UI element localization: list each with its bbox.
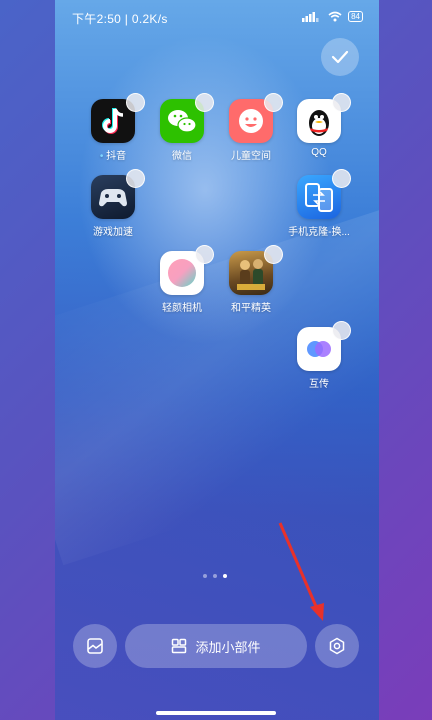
add-widget-label: 添加小部件 <box>195 639 261 655</box>
app-huchuan[interactable]: 互传 <box>284 321 354 390</box>
hexagon-settings-icon <box>329 637 345 655</box>
status-bar: 下午2:50 | 0.2K/s 84 <box>55 8 379 28</box>
app-label: 手机克隆-换... <box>288 227 350 238</box>
remove-app-button[interactable] <box>332 93 351 112</box>
app-qq[interactable]: QQ <box>284 93 354 158</box>
app-label: 儿童空间 <box>231 151 271 162</box>
page-dot-active <box>223 574 227 578</box>
app-label: QQ <box>311 147 327 158</box>
clock: 下午2:50 <box>72 12 122 26</box>
remove-app-button[interactable] <box>332 321 351 340</box>
red-arrow-annotation <box>278 522 324 621</box>
remove-app-button[interactable] <box>195 93 214 112</box>
app-game-boost[interactable]: 游戏加速 <box>78 169 148 238</box>
app-label: 微信 <box>172 151 192 162</box>
app-label: 和平精英 <box>231 303 271 314</box>
app-douyin[interactable]: • 抖音 <box>78 93 148 162</box>
page-dot <box>203 574 207 578</box>
remove-app-button[interactable] <box>332 169 351 188</box>
app-label: 游戏加速 <box>93 227 133 238</box>
remove-app-button[interactable] <box>126 93 145 112</box>
wallpaper-icon <box>87 638 103 654</box>
home-screen: 下午2:50 | 0.2K/s 84 • 抖音 微信 儿童空间 QQ 游戏加速 … <box>55 0 379 720</box>
add-widget-button[interactable]: 添加小部件 <box>125 624 307 668</box>
network-speed: 0.2K/s <box>131 12 168 26</box>
widget-icon <box>172 638 187 654</box>
signal-icon <box>302 12 319 22</box>
done-check-button[interactable] <box>321 38 359 76</box>
remove-app-button[interactable] <box>195 245 214 264</box>
app-peace-elite[interactable]: 和平精英 <box>216 245 286 314</box>
status-time-speed: 下午2:50 | 0.2K/s <box>72 12 168 26</box>
remove-app-button[interactable] <box>264 245 283 264</box>
app-qingyan-camera[interactable]: 轻颜相机 <box>147 245 217 314</box>
checkmark-icon <box>331 50 349 64</box>
home-indicator <box>156 711 276 715</box>
page-dot <box>213 574 217 578</box>
app-label: 轻颜相机 <box>162 303 202 314</box>
wifi-icon <box>328 11 342 22</box>
app-wechat[interactable]: 微信 <box>147 93 217 162</box>
settings-button[interactable] <box>315 624 359 668</box>
battery-icon: 84 <box>348 11 363 22</box>
status-icons: 84 <box>302 11 363 22</box>
remove-app-button[interactable] <box>264 93 283 112</box>
wallpaper-button[interactable] <box>73 624 117 668</box>
app-label: 互传 <box>309 379 329 390</box>
app-kids-space[interactable]: 儿童空间 <box>216 93 286 162</box>
page-indicator <box>203 574 227 578</box>
remove-app-button[interactable] <box>126 169 145 188</box>
app-label: • 抖音 <box>99 151 127 162</box>
app-phone-clone[interactable]: 手机克隆-换... <box>284 169 354 238</box>
